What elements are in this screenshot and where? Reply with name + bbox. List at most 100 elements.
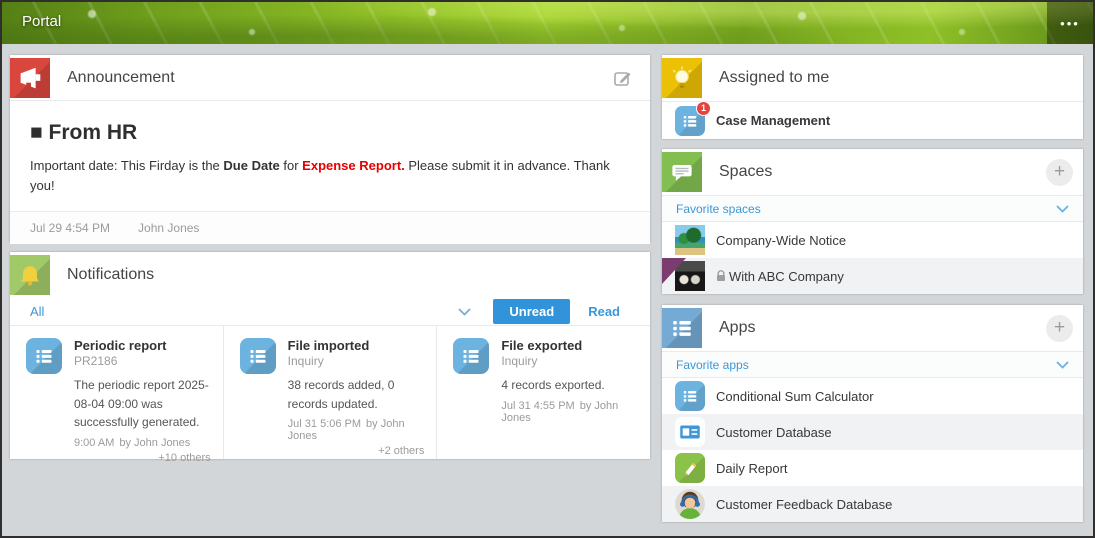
favorite-spaces-bar: Favorite spaces: [662, 195, 1083, 222]
filter-read-button[interactable]: Read: [574, 299, 634, 324]
spaces-title: Spaces: [719, 163, 772, 181]
app-name: Daily Report: [716, 461, 788, 476]
lock-icon: [716, 270, 726, 282]
avatar-icon: [675, 489, 705, 519]
notification-content: File exported Inquiry 4 records exported…: [501, 338, 638, 451]
edit-icon: [612, 67, 634, 89]
page-title: Portal: [22, 13, 61, 30]
app-name: Customer Feedback Database: [716, 497, 892, 512]
app-name: Customer Database: [716, 425, 832, 440]
filter-all-link[interactable]: All: [30, 304, 44, 319]
notification-time: Jul 31 4:55 PM: [501, 400, 574, 412]
app-name: Conditional Sum Calculator: [716, 389, 874, 404]
left-column: Announcement ■ From HR Important date: T…: [10, 55, 650, 532]
favorite-spaces-link[interactable]: Favorite spaces: [676, 202, 761, 216]
edit-announcement-button[interactable]: [612, 67, 634, 94]
notification-content: File imported Inquiry 38 records added, …: [288, 338, 425, 451]
notification-app-name: Inquiry: [501, 354, 638, 368]
unread-count-badge: 1: [696, 101, 711, 116]
app-item-customer-database[interactable]: Customer Database: [662, 414, 1083, 450]
announcement-widget: Announcement ■ From HR Important date: T…: [10, 55, 650, 242]
announcement-author: John Jones: [138, 221, 199, 235]
portal-banner: Portal •••: [2, 2, 1093, 44]
message-text: Important date: This Firday is the: [30, 158, 223, 173]
space-item-company-wide-notice[interactable]: Company-Wide Notice: [662, 222, 1083, 258]
pencil-icon: [675, 453, 705, 483]
announcement-message: Important date: This Firday is the Due D…: [30, 156, 630, 195]
notification-time: 9:00 AM: [74, 437, 114, 449]
favorite-apps-link[interactable]: Favorite apps: [676, 358, 749, 372]
notification-text: 4 records exported.: [501, 376, 638, 395]
app-icon-with-badge: 1: [675, 106, 705, 136]
notification-others: +2 others: [288, 445, 425, 457]
notification-card[interactable]: File imported Inquiry 38 records added, …: [223, 326, 437, 459]
portal-body: Announcement ■ From HR Important date: T…: [2, 44, 1093, 532]
apps-header: Apps +: [662, 305, 1083, 351]
notifications-filter-bar: All Unread Read: [10, 298, 650, 326]
notification-app-name: Inquiry: [288, 354, 425, 368]
notification-text: 38 records added, 0 records updated.: [288, 376, 425, 413]
notification-app-name: PR2186: [74, 354, 211, 368]
megaphone-icon: [10, 58, 50, 98]
message-text: for: [280, 158, 302, 173]
plus-icon: +: [1054, 161, 1065, 182]
notification-meta: Jul 31 5:06 PMby John Jones: [288, 418, 425, 442]
notification-meta: Jul 31 4:55 PMby John Jones: [501, 400, 638, 424]
assigned-header: Assigned to me: [662, 55, 1083, 101]
apps-widget: Apps + Favorite apps Conditional Sum Cal…: [662, 305, 1083, 522]
app-list-icon: [453, 338, 489, 374]
chevron-down-icon[interactable]: [1056, 361, 1069, 369]
space-name-text: With ABC Company: [729, 269, 844, 284]
notification-time: Jul 31 5:06 PM: [288, 418, 361, 430]
announcement-header: Announcement: [10, 55, 650, 101]
announcement-timestamp: Jul 29 4:54 PM: [30, 221, 110, 235]
app-list-icon: [675, 381, 705, 411]
lightbulb-icon: [662, 58, 702, 98]
message-bold-text: Due Date: [223, 158, 279, 173]
notifications-title: Notifications: [67, 266, 154, 284]
notification-content: Periodic report PR2186 The periodic repo…: [74, 338, 211, 451]
right-column: Assigned to me 1 Case Management Spaces: [662, 55, 1083, 532]
notification-title: File imported: [288, 338, 425, 353]
spaces-header: Spaces +: [662, 149, 1083, 195]
speech-bubble-icon: [662, 152, 702, 192]
notification-author: by John Jones: [119, 437, 190, 449]
ellipsis-icon: •••: [1060, 16, 1080, 31]
bell-icon: [10, 255, 50, 295]
chevron-down-icon[interactable]: [458, 308, 471, 316]
app-item-daily-report[interactable]: Daily Report: [662, 450, 1083, 486]
portal-options-button[interactable]: •••: [1047, 2, 1093, 44]
notification-meta: 9:00 AM by John Jones: [74, 437, 211, 449]
space-thumbnail: [675, 225, 705, 255]
notifications-header: Notifications: [10, 252, 650, 298]
chevron-down-icon[interactable]: [1056, 205, 1069, 213]
space-name: Company-Wide Notice: [716, 233, 846, 248]
app-list-icon: [240, 338, 276, 374]
announcement-body: ■ From HR Important date: This Firday is…: [10, 101, 650, 211]
announcement-title: Announcement: [67, 69, 175, 87]
apps-title: Apps: [719, 319, 755, 337]
spaces-widget: Spaces + Favorite spaces Company-Wide No…: [662, 149, 1083, 294]
notification-title: File exported: [501, 338, 638, 353]
assigned-item-case-management[interactable]: 1 Case Management: [662, 101, 1083, 139]
space-item-with-abc-company[interactable]: With ABC Company: [662, 258, 1083, 294]
assigned-item-label: Case Management: [716, 113, 830, 128]
app-item-conditional-sum-calculator[interactable]: Conditional Sum Calculator: [662, 378, 1083, 414]
plus-icon: +: [1054, 317, 1065, 338]
notification-card[interactable]: File exported Inquiry 4 records exported…: [436, 326, 650, 459]
filter-unread-button[interactable]: Unread: [493, 299, 570, 324]
announcement-footer: Jul 29 4:54 PM John Jones: [10, 211, 650, 244]
favorite-apps-bar: Favorite apps: [662, 351, 1083, 378]
notifications-widget: Notifications All Unread Read Periodic r…: [10, 252, 650, 459]
add-app-button[interactable]: +: [1046, 315, 1073, 342]
apps-list-icon: [662, 308, 702, 348]
space-name: With ABC Company: [716, 269, 844, 284]
notification-title: Periodic report: [74, 338, 211, 353]
announcement-heading: ■ From HR: [30, 121, 630, 145]
assigned-title: Assigned to me: [719, 69, 829, 87]
add-space-button[interactable]: +: [1046, 159, 1073, 186]
app-item-customer-feedback-database[interactable]: Customer Feedback Database: [662, 486, 1083, 522]
notification-text: The periodic report 2025-08-04 09:00 was…: [74, 376, 211, 432]
assigned-widget: Assigned to me 1 Case Management: [662, 55, 1083, 139]
notification-card[interactable]: Periodic report PR2186 The periodic repo…: [10, 326, 223, 459]
